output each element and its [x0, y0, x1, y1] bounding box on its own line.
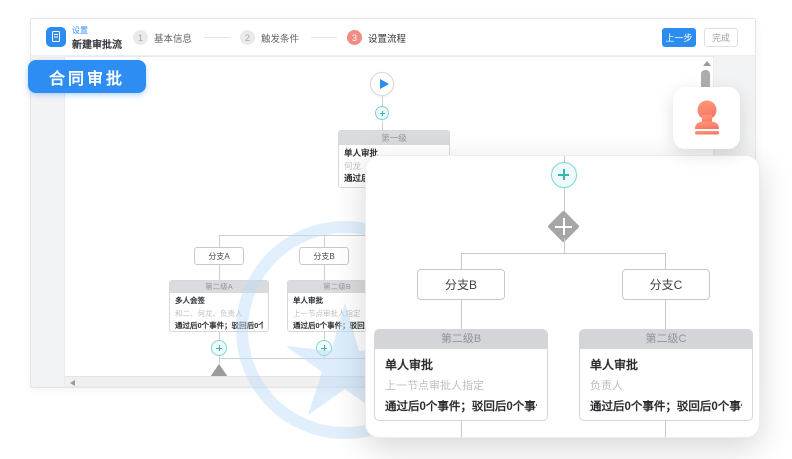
add-node-button[interactable]	[375, 106, 389, 120]
node-events: 通过后0个事件；驳回后0个事件	[590, 397, 742, 418]
app-document-icon	[46, 27, 66, 47]
stamp-card[interactable]	[673, 87, 740, 149]
node-approval-type: 单人审批	[590, 355, 742, 376]
node-approval-type: 多人会签	[175, 295, 263, 308]
step-connector	[204, 37, 230, 38]
node-assignee: 和二、何龙、负责人	[175, 308, 263, 321]
start-node[interactable]	[370, 72, 394, 96]
step-connector	[311, 37, 337, 38]
step-basic-info[interactable]: 1 基本信息	[133, 30, 194, 45]
approval-node-level2b[interactable]: 第二级B 单人审批 上一节点审批人指定 通过后0个事件；驳回后0个事件	[374, 329, 548, 421]
node-header: 第二级C	[580, 330, 752, 349]
scroll-left-icon[interactable]	[70, 380, 75, 386]
gateway-plus-icon	[552, 215, 575, 238]
app-category: 设置	[72, 25, 88, 36]
branch-label-c[interactable]: 分支C	[622, 269, 710, 300]
step-label: 基本信息	[154, 31, 194, 45]
add-node-button[interactable]	[211, 340, 227, 356]
branch-label-a[interactable]: 分支A	[194, 247, 244, 265]
step-number: 3	[347, 30, 362, 45]
node-header: 第一级	[339, 131, 449, 145]
zoom-detail-panel: 分支B 分支C 第二级B 单人审批 上一节点审批人指定 通过后0个事件；驳回后0…	[365, 155, 760, 438]
step-label: 触发条件	[261, 31, 301, 45]
add-node-button[interactable]	[551, 162, 577, 188]
finish-button[interactable]: 完成	[704, 28, 738, 47]
stamp-icon	[689, 99, 725, 137]
scroll-up-icon[interactable]	[703, 61, 711, 66]
page-title: 新建审批流	[72, 36, 122, 51]
node-events: 通过后0个事件；驳回后0个事件	[385, 397, 537, 418]
node-header: 第二级A	[170, 281, 268, 293]
play-icon	[380, 79, 389, 89]
topbar: 设置 新建审批流 1 基本信息 2 触发条件 3 设置流程 上一步 完成	[31, 19, 755, 56]
node-assignee: 上一节点审批人指定	[385, 376, 537, 397]
approval-node-level2c[interactable]: 第二级C 单人审批 负责人 通过后0个事件；驳回后0个事件	[579, 329, 753, 421]
step-set-process[interactable]: 3 设置流程	[347, 30, 408, 45]
branch-label-b[interactable]: 分支B	[417, 269, 505, 300]
node-events: 通过后0个事件；驳回后0个事件	[175, 320, 263, 332]
flow-name-callout: 合同审批	[28, 60, 146, 93]
node-assignee: 负责人	[590, 376, 742, 397]
step-indicator: 1 基本信息 2 触发条件 3 设置流程	[133, 19, 408, 56]
approval-node-level2a[interactable]: 第二级A 多人会签 和二、何龙、负责人 通过后0个事件；驳回后0个事件	[169, 280, 269, 332]
step-trigger-condition[interactable]: 2 触发条件	[240, 30, 301, 45]
branch-label-b[interactable]: 分支B	[299, 247, 349, 265]
node-approval-type: 单人审批	[385, 355, 537, 376]
node-header: 第二级B	[375, 330, 547, 349]
add-node-button[interactable]	[316, 340, 332, 356]
step-number: 2	[240, 30, 255, 45]
previous-step-button[interactable]: 上一步	[662, 28, 696, 47]
step-number: 1	[133, 30, 148, 45]
step-label: 设置流程	[368, 31, 408, 45]
